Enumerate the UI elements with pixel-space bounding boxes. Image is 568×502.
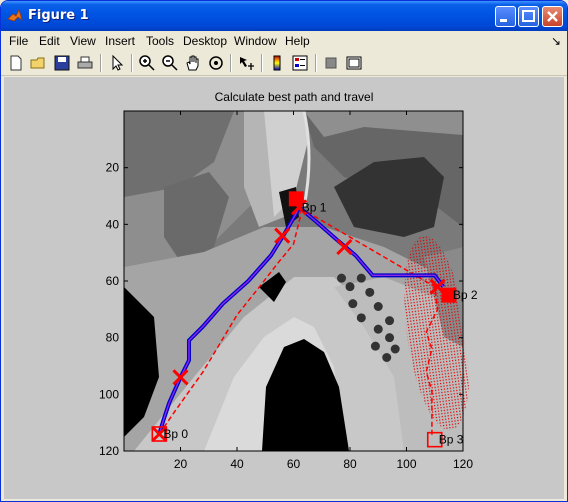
menu-edit[interactable]: Edit: [39, 34, 60, 48]
waypoint-label: Bp 1: [302, 200, 327, 214]
window-title: Figure 1: [28, 8, 89, 23]
obstacle-dot: [337, 273, 347, 283]
waypoint-label: Bp 0: [163, 427, 188, 441]
colorbar-icon[interactable]: [268, 54, 286, 72]
open-file-icon[interactable]: [30, 54, 48, 72]
x-tick-label: 100: [396, 457, 416, 471]
save-icon[interactable]: [53, 54, 71, 72]
zoom-out-icon[interactable]: [161, 54, 179, 72]
figure-canvas: Bp 0 Bp 1 Bp 2 Bp 3 20 40 60 80 100 120 20 40 60 80…: [4, 77, 564, 499]
minimize-icon: [500, 19, 507, 22]
toolbar-separator: [315, 54, 317, 72]
obstacle-dot: [348, 299, 358, 309]
menu-desktop[interactable]: Desktop: [183, 34, 227, 48]
toolbar-separator: [131, 54, 133, 72]
waypoint-label: Bp 2: [453, 288, 478, 302]
obstacle-dot: [382, 353, 392, 362]
print-icon[interactable]: [76, 54, 94, 72]
matlab-logo-icon: [7, 8, 23, 22]
menu-tools[interactable]: Tools: [146, 34, 174, 48]
arrow-select-icon[interactable]: [108, 54, 126, 72]
menu-insert[interactable]: Insert: [105, 34, 135, 48]
x-tick-label: 80: [343, 457, 357, 471]
axes-plot[interactable]: Bp 0 Bp 1 Bp 2 Bp 3 20 40 60 80 100 120 20 40 60 80…: [4, 77, 564, 499]
close-icon: [547, 11, 558, 22]
waypoint-label: Bp 3: [439, 433, 464, 447]
figure-window: Figure 1 File Edit View Insert Tools Des…: [0, 0, 568, 502]
y-tick-label: 80: [106, 331, 120, 345]
y-tick-label: 20: [106, 161, 120, 175]
toolbar-separator: [230, 54, 232, 72]
menu-help[interactable]: Help: [285, 34, 310, 48]
x-tick-label: 60: [287, 457, 301, 471]
dock-arrow-icon[interactable]: ↘: [551, 34, 561, 48]
maximize-button[interactable]: [518, 6, 539, 27]
pan-hand-icon[interactable]: [184, 54, 202, 72]
y-tick-label: 120: [99, 444, 119, 458]
toolbar-separator: [261, 54, 263, 72]
zoom-in-icon[interactable]: [138, 54, 156, 72]
menu-view[interactable]: View: [70, 34, 96, 48]
y-tick-label: 100: [99, 387, 119, 401]
legend-icon[interactable]: [291, 54, 309, 72]
data-cursor-icon[interactable]: [237, 54, 255, 72]
obstacle-dot: [345, 282, 355, 292]
maximize-icon: [522, 10, 535, 22]
obstacle-dot: [373, 302, 383, 311]
obstacle-dot: [356, 313, 366, 323]
minimize-button[interactable]: [495, 6, 516, 27]
plot-title: Calculate best path and travel: [215, 90, 374, 104]
menu-bar: File Edit View Insert Tools Desktop Wind…: [1, 31, 567, 51]
obstacle-dot: [370, 341, 380, 351]
obstacle-dot: [385, 316, 395, 326]
obstacle-dot: [385, 333, 395, 343]
rotate-3d-icon[interactable]: [207, 54, 225, 72]
title-bar[interactable]: Figure 1: [1, 1, 567, 31]
y-tick-label: 60: [106, 274, 120, 288]
obstacle-dot: [356, 273, 366, 283]
x-tick-label: 120: [453, 457, 473, 471]
obstacle-dot: [365, 287, 375, 297]
x-tick-label: 20: [174, 457, 188, 471]
close-button[interactable]: [542, 6, 563, 27]
menu-window[interactable]: Window: [234, 34, 277, 48]
new-figure-icon[interactable]: [7, 54, 25, 72]
obstacle-dot: [390, 344, 400, 354]
y-tick-label: 40: [106, 217, 120, 231]
obstacle-dot: [373, 324, 383, 334]
hide-tools-icon[interactable]: [322, 54, 340, 72]
show-tools-icon[interactable]: [345, 54, 363, 72]
toolbar-separator: [100, 54, 102, 72]
menu-file[interactable]: File: [9, 34, 28, 48]
x-tick-label: 40: [230, 457, 244, 471]
figure-toolbar: [1, 51, 567, 76]
